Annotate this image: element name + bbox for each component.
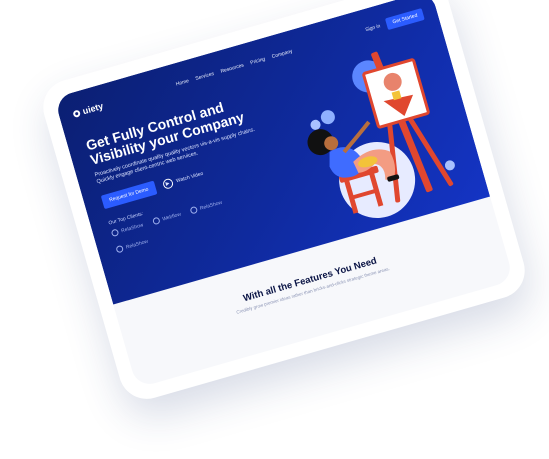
- tablet-frame: uiety Home Services Resources Pricing Co…: [36, 0, 532, 406]
- client-logo-icon: [110, 228, 120, 238]
- client-logo-icon: [115, 244, 125, 254]
- get-started-button[interactable]: Get Started: [385, 8, 425, 30]
- client-name: Webflow: [161, 211, 182, 223]
- nav-item-services[interactable]: Services: [195, 71, 215, 82]
- watch-video-label: Watch Video: [175, 170, 205, 185]
- painting-canvas: [362, 58, 430, 129]
- hero-content: Get Fully Control and Visibility your Co…: [84, 92, 281, 254]
- logo-icon: [72, 108, 81, 118]
- decor-circle-small: [320, 110, 335, 125]
- request-demo-button[interactable]: Request for Demo: [100, 180, 158, 210]
- play-icon: ▶: [161, 177, 174, 191]
- brand-name: uiety: [81, 100, 105, 117]
- client-name: RelaShow: [199, 199, 223, 212]
- watch-video-button[interactable]: ▶ Watch Video: [161, 169, 205, 191]
- brand-logo[interactable]: uiety: [72, 100, 105, 119]
- signin-link[interactable]: Sign in: [365, 23, 381, 33]
- nav-item-home[interactable]: Home: [175, 78, 189, 87]
- nav-item-pricing[interactable]: Pricing: [250, 56, 266, 66]
- client-name: RelaShow: [125, 238, 149, 251]
- decor-circle-right: [444, 160, 455, 171]
- client-logo-icon: [151, 216, 161, 226]
- nav-item-company[interactable]: Company: [271, 48, 293, 60]
- client-logo: RelaShow: [115, 238, 149, 254]
- client-logo-icon: [189, 205, 199, 215]
- nav-item-resources[interactable]: Resources: [220, 62, 245, 74]
- client-name: RelaShow: [120, 221, 145, 234]
- website-screen: uiety Home Services Resources Pricing Co…: [53, 0, 515, 389]
